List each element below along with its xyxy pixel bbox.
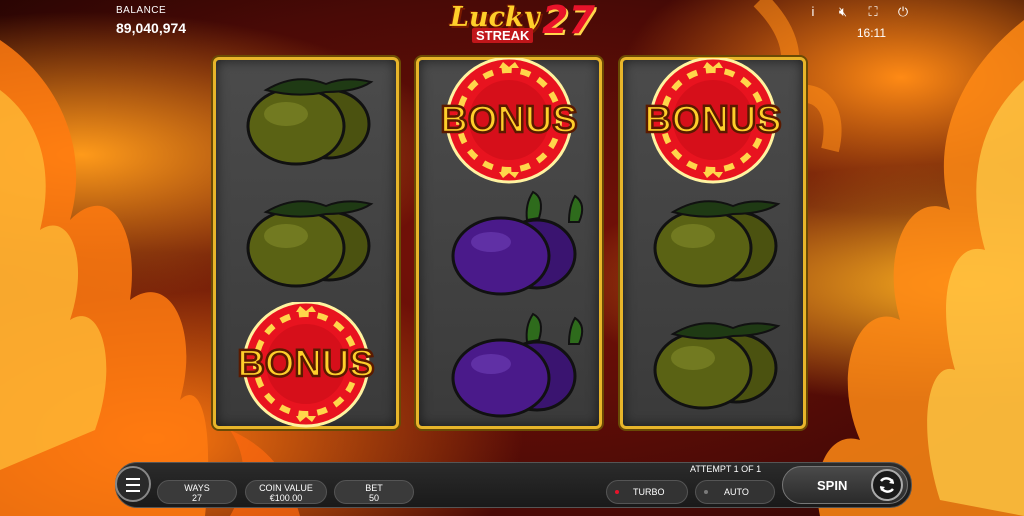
- attempt-counter: ATTEMPT 1 OF 1: [690, 464, 762, 474]
- lemon-icon: [653, 322, 781, 410]
- clock: 16:11: [856, 26, 886, 40]
- lemon-icon: [246, 200, 374, 288]
- logo-sub: STREAK: [472, 28, 534, 43]
- balance-value: 89,040,974: [116, 20, 187, 36]
- auto-toggle[interactable]: AUTO: [695, 480, 775, 504]
- bet-value: 50: [368, 493, 379, 503]
- turbo-label: TURBO: [633, 487, 665, 497]
- menu-button[interactable]: [115, 466, 151, 502]
- symbol-lemon: [216, 62, 396, 184]
- turbo-toggle[interactable]: TURBO: [606, 480, 688, 504]
- spin-label: SPIN: [817, 478, 848, 493]
- ways-value: 27: [191, 493, 202, 503]
- symbol-plum: [419, 306, 599, 428]
- lemon-icon: [246, 78, 374, 166]
- auto-label: AUTO: [724, 487, 749, 497]
- logo-number: 27: [542, 0, 595, 42]
- svg-text:BONUS: BONUS: [440, 99, 577, 141]
- reel-1: BONUS: [213, 57, 399, 429]
- symbol-lemon: [216, 184, 396, 306]
- auto-indicator: [704, 490, 708, 494]
- symbol-bonus: BONUS: [623, 58, 803, 184]
- lemon-icon: [653, 200, 781, 288]
- plum-icon: [451, 190, 584, 296]
- bonus-chip-icon: BONUS: [643, 58, 783, 184]
- coin-value-value: €100.00: [269, 493, 303, 503]
- bet-label: BET: [365, 483, 383, 493]
- reel-2: BONUS: [416, 57, 602, 429]
- game-logo: Lucky STREAK 27: [448, 0, 598, 46]
- turbo-indicator: [615, 490, 619, 494]
- symbol-bonus: BONUS: [216, 302, 396, 428]
- refresh-icon: [871, 469, 903, 501]
- symbol-lemon: [623, 306, 803, 428]
- balance-label: BALANCE: [116, 5, 167, 16]
- power-icon[interactable]: ⏻: [894, 4, 912, 20]
- symbol-lemon: [623, 184, 803, 306]
- balance-panel: BALANCE 89,040,974: [116, 5, 186, 36]
- coin-value-selector[interactable]: COIN VALUE €100.00: [245, 480, 327, 504]
- plum-icon: [451, 312, 584, 418]
- svg-text:BONUS: BONUS: [644, 99, 781, 141]
- mute-icon[interactable]: 🔇︎: [834, 4, 852, 20]
- ways-display: WAYS 27: [157, 480, 237, 504]
- info-icon[interactable]: i: [804, 4, 822, 20]
- bet-selector[interactable]: BET 50: [334, 480, 414, 504]
- bonus-chip-icon: BONUS: [236, 302, 376, 428]
- symbol-bonus: BONUS: [419, 58, 599, 184]
- coin-value-label: COIN VALUE: [259, 483, 313, 493]
- ways-label: WAYS: [184, 483, 210, 493]
- symbol-plum: [419, 184, 599, 306]
- reel-3: BONUS: [620, 57, 806, 429]
- top-icons: i 🔇︎ ⛶ ⏻: [804, 4, 912, 20]
- spin-button[interactable]: SPIN: [782, 466, 908, 504]
- fullscreen-icon[interactable]: ⛶: [864, 4, 882, 20]
- svg-text:BONUS: BONUS: [237, 343, 374, 385]
- bonus-chip-icon: BONUS: [439, 58, 579, 184]
